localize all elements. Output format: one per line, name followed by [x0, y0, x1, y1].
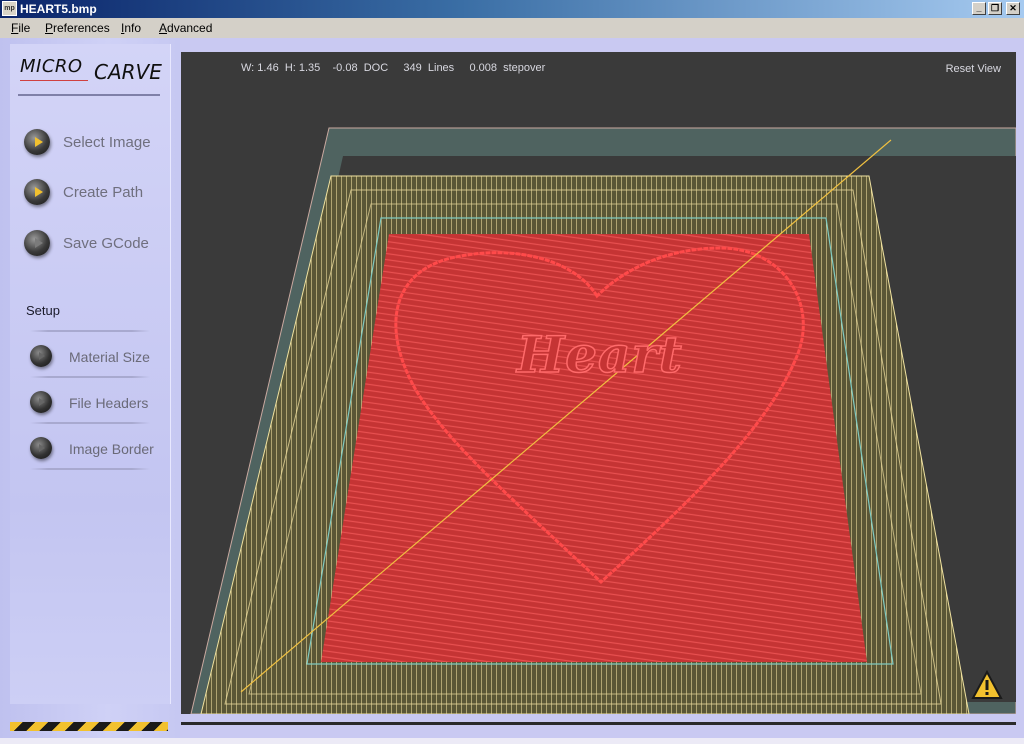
setup-divider	[30, 330, 150, 332]
play-icon	[30, 437, 52, 459]
menu-bar: File Preferences Info Advanced	[0, 18, 1024, 38]
micro-carve-logo: MICRO CARVE	[18, 54, 166, 98]
material-size-button[interactable]: Material Size	[28, 342, 158, 372]
viewport-bottom-bar	[181, 722, 1016, 725]
image-border-label: Image Border	[69, 441, 154, 457]
logo-carve: CARVE	[94, 60, 162, 84]
select-image-button[interactable]: Select Image	[18, 123, 158, 161]
title-bar: mp HEART5.bmp _ ❐ ✕	[0, 0, 1024, 18]
carved-text: Heart	[516, 325, 683, 384]
reset-view-button[interactable]: Reset View	[946, 63, 1001, 76]
file-headers-button[interactable]: File Headers	[28, 388, 158, 418]
menu-advanced[interactable]: Advanced	[159, 21, 212, 35]
play-icon	[24, 230, 50, 256]
window-title: HEART5.bmp	[20, 2, 97, 16]
select-image-label: Select Image	[63, 134, 151, 151]
menu-info[interactable]: Info	[121, 21, 141, 35]
window-bottom-edge	[0, 738, 1024, 744]
play-icon	[24, 129, 50, 155]
logo-micro: MICRO	[20, 56, 83, 77]
create-path-label: Create Path	[63, 184, 144, 201]
warning-icon[interactable]	[969, 668, 1005, 702]
play-icon	[24, 179, 50, 205]
hazard-stripe	[10, 722, 168, 731]
play-icon	[30, 345, 52, 367]
close-button[interactable]: ✕	[1006, 2, 1020, 15]
setup-divider	[30, 422, 150, 424]
save-gcode-label: Save GCode	[63, 235, 149, 252]
setup-divider	[30, 376, 150, 378]
play-icon	[30, 391, 52, 413]
setup-divider	[30, 468, 150, 470]
image-border-button[interactable]: Image Border	[28, 434, 158, 464]
file-headers-label: File Headers	[69, 395, 149, 411]
logo-underline-red	[20, 80, 88, 81]
menu-file[interactable]: File	[11, 21, 30, 35]
setup-heading: Setup	[26, 303, 60, 318]
menu-preferences[interactable]: Preferences	[45, 21, 110, 35]
toolpath-viewport[interactable]: Heart W: 1.46 H: 1.35 -0.08 DOC 349 Line…	[181, 52, 1016, 714]
app-icon: mp	[2, 1, 17, 16]
minimize-button[interactable]: _	[972, 2, 986, 15]
create-path-button[interactable]: Create Path	[18, 173, 158, 211]
job-info: W: 1.46 H: 1.35 -0.08 DOC 349 Lines 0.00…	[241, 62, 546, 74]
restore-button[interactable]: ❐	[988, 2, 1002, 15]
material-size-label: Material Size	[69, 349, 150, 365]
save-gcode-button[interactable]: Save GCode	[18, 224, 158, 262]
carved-region	[321, 234, 867, 662]
logo-divider	[18, 94, 160, 96]
